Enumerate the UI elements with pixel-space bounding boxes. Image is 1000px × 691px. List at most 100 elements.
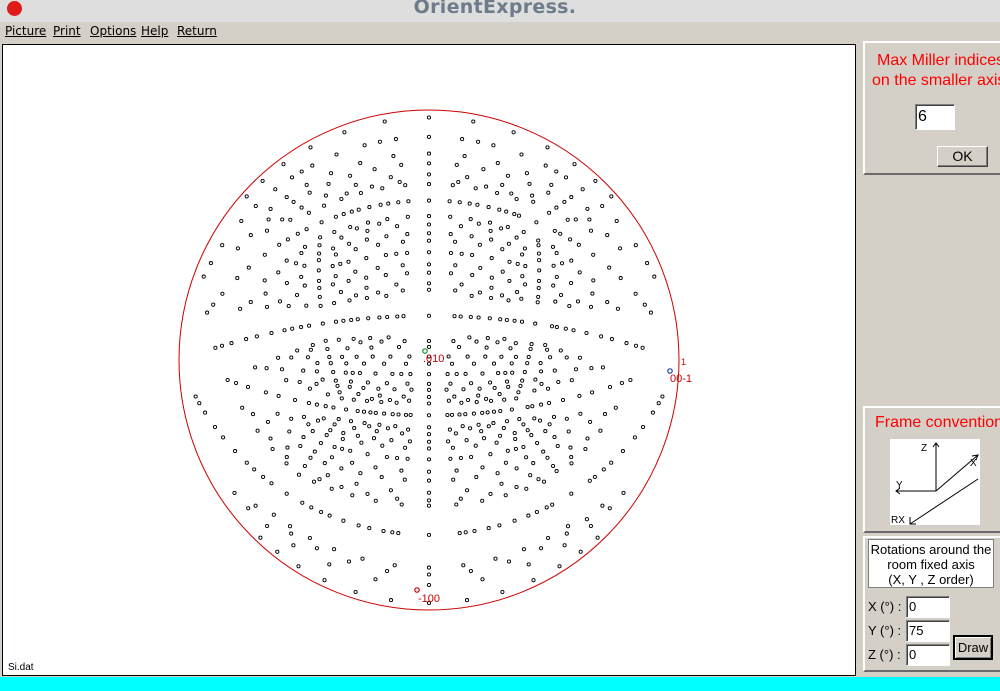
pole-point	[254, 334, 259, 339]
pole-point	[261, 474, 266, 479]
pole-point	[349, 209, 354, 214]
pole-point	[528, 473, 533, 478]
pole-point	[506, 298, 511, 303]
pole-point	[296, 564, 301, 569]
pole-point	[265, 523, 270, 529]
pole-point	[465, 175, 470, 180]
rotation-panel: Rotations around the room fixed axis (X,…	[863, 536, 1000, 672]
pole-point	[536, 238, 541, 243]
pole-point	[461, 563, 466, 568]
pole-point	[344, 191, 349, 196]
pole-point	[330, 264, 335, 269]
x-angle-input[interactable]: 0	[906, 596, 950, 618]
pole-point	[365, 491, 370, 496]
pole-point	[331, 405, 336, 410]
pole-point	[276, 355, 281, 360]
pole-point	[559, 261, 565, 266]
pole-point	[453, 239, 458, 244]
pole-point	[491, 409, 497, 414]
pole-point	[483, 354, 488, 359]
menu-picture[interactable]: Picture	[5, 24, 46, 38]
pole-point	[426, 313, 432, 318]
pole-point	[554, 325, 559, 330]
pole-point	[369, 396, 374, 401]
pole-point	[289, 355, 294, 360]
pole-point	[558, 292, 564, 298]
pole-point	[307, 386, 312, 391]
pole-point	[502, 397, 507, 402]
rotation-description: Rotations around the room fixed axis (X,…	[868, 539, 994, 588]
pole-point	[499, 481, 504, 486]
pole-point	[554, 469, 559, 474]
pole-point	[289, 175, 295, 180]
pole-point	[536, 251, 541, 256]
pole-point	[573, 367, 579, 372]
pole-point	[287, 524, 293, 529]
y-angle-input[interactable]: 75	[906, 620, 950, 642]
pole-point	[273, 187, 278, 192]
pole-point	[253, 503, 258, 508]
pole-point	[536, 477, 541, 482]
pole-point	[340, 446, 345, 451]
pole-point	[478, 265, 483, 270]
menu-options[interactable]: Options	[90, 24, 136, 38]
pole-point	[446, 439, 451, 444]
pole-point	[592, 474, 597, 479]
pole-point	[497, 523, 502, 528]
pole-point	[448, 271, 454, 276]
pole-point	[364, 275, 369, 280]
pole-point	[326, 181, 331, 186]
pole-point	[453, 288, 458, 293]
pole-point	[546, 535, 551, 541]
pole-point	[353, 589, 358, 595]
pole-point	[467, 335, 472, 340]
pole-point	[426, 439, 432, 444]
ok-button[interactable]: OK	[937, 146, 988, 167]
pole-point	[317, 251, 322, 256]
pole-point	[452, 394, 457, 399]
pole-point	[426, 151, 432, 156]
menu-help[interactable]: Help	[141, 24, 168, 38]
pole-point	[607, 506, 612, 511]
pole-point	[537, 268, 542, 273]
pole-point	[605, 233, 610, 238]
pole-point	[383, 273, 388, 278]
pole-point	[600, 203, 605, 209]
pole-point	[522, 246, 527, 251]
pole-point	[350, 370, 355, 375]
pole-point	[385, 426, 390, 431]
pole-point	[308, 455, 313, 460]
menu-print[interactable]: Print	[53, 24, 81, 38]
pole-point	[279, 367, 285, 372]
pole-point	[285, 237, 290, 242]
x-angle-label: X (°) :	[868, 599, 902, 614]
pole-point	[304, 227, 309, 232]
pole-point	[572, 162, 577, 167]
pole-point	[615, 306, 620, 311]
pole-point	[426, 394, 432, 400]
pole-point	[590, 390, 595, 395]
pole-point	[349, 317, 354, 323]
pole-point	[552, 435, 557, 440]
draw-button[interactable]: Draw	[953, 635, 993, 660]
pole-point	[407, 354, 412, 359]
frame-axes-diagram: Z X Y RX	[890, 439, 980, 526]
pole-point	[426, 182, 432, 187]
pole-point	[534, 220, 539, 225]
z-angle-input[interactable]: 0	[906, 644, 950, 666]
pole-point	[263, 390, 268, 395]
menu-return[interactable]: Return	[177, 24, 217, 38]
pole-point	[568, 445, 573, 450]
pole-point	[310, 429, 315, 434]
pole-point	[426, 413, 432, 418]
max-miller-input[interactable]: 6	[915, 104, 955, 130]
pole-point	[306, 210, 311, 215]
projection-canvas[interactable]: .010 00-1 1 -100 Si.dat	[2, 44, 856, 676]
pole-point	[550, 502, 555, 507]
pole-point	[353, 293, 359, 298]
pole-point	[513, 354, 518, 359]
pole-point	[619, 380, 624, 386]
pole-point	[533, 377, 538, 382]
pole-point	[633, 291, 638, 296]
pole-point	[480, 410, 485, 415]
